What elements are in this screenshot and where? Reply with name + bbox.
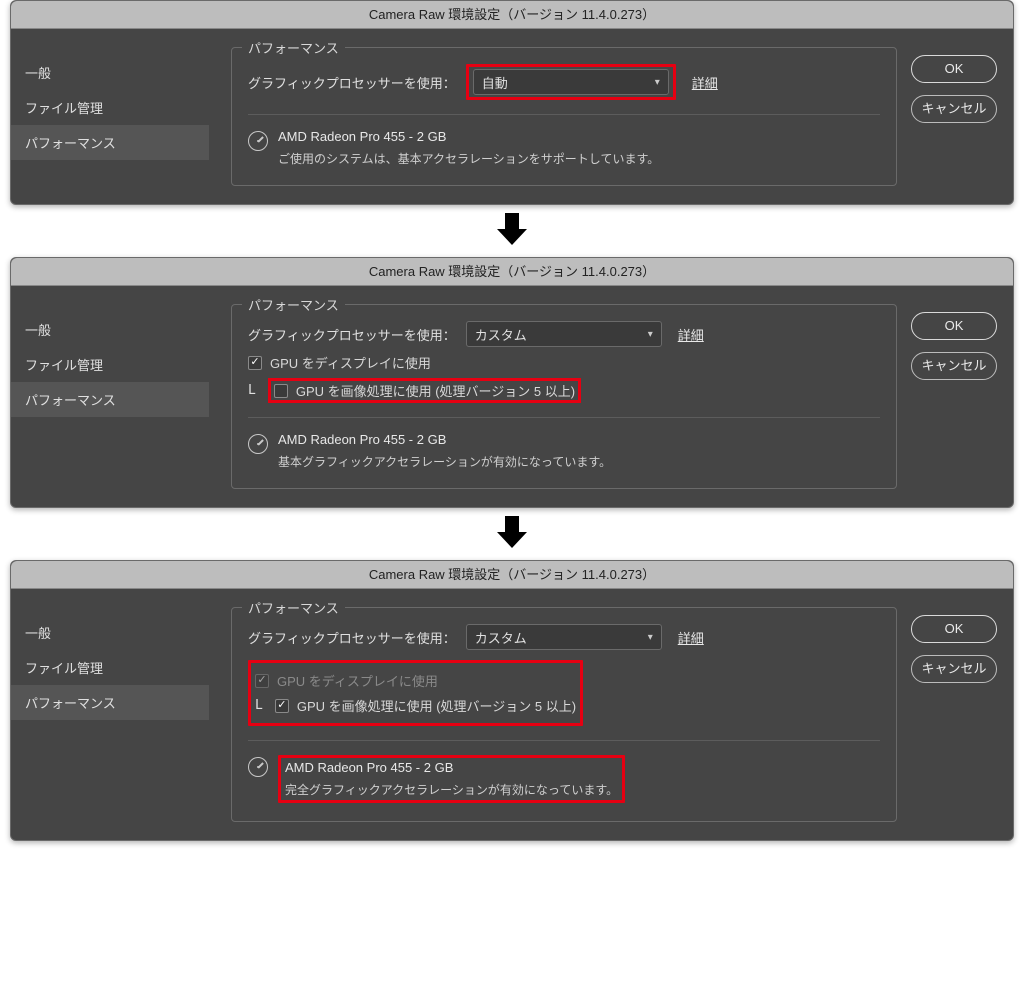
cancel-button[interactable]: キャンセル: [911, 95, 997, 123]
ok-button[interactable]: OK: [911, 615, 997, 643]
fieldset-legend: パフォーマンス: [242, 598, 345, 617]
sidebar: 一般ファイル管理パフォーマンス: [11, 304, 209, 489]
performance-fieldset: パフォーマンスグラフィックプロセッサーを使用：カスタム▾詳細GPU をディスプレ…: [231, 607, 897, 822]
checkbox-label: GPU を画像処理に使用 (処理バージョン 5 以上): [297, 696, 576, 715]
gpu-name: AMD Radeon Pro 455 - 2 GB: [285, 760, 618, 775]
gauge-icon: [248, 131, 268, 151]
dialog-title: Camera Raw 環境設定（バージョン 11.4.0.273）: [11, 1, 1013, 29]
gauge-icon: [248, 434, 268, 454]
cancel-button[interactable]: キャンセル: [911, 352, 997, 380]
preferences-dialog: Camera Raw 環境設定（バージョン 11.4.0.273） 一般ファイル管…: [10, 257, 1014, 508]
preferences-dialog: Camera Raw 環境設定（バージョン 11.4.0.273） 一般ファイル管…: [10, 560, 1014, 841]
gpu-desc: 基本グラフィックアクセラレーションが有効になっています。: [278, 453, 611, 470]
sidebar-item-file-management[interactable]: ファイル管理: [11, 347, 209, 382]
gpu-select[interactable]: カスタム ▾: [466, 321, 662, 347]
arrow-down-icon: [497, 213, 527, 249]
fieldset-legend: パフォーマンス: [242, 38, 345, 57]
sidebar-item-file-management[interactable]: ファイル管理: [11, 90, 209, 125]
chevron-down-icon: ▾: [655, 77, 660, 88]
sidebar: 一般ファイル管理パフォーマンス: [11, 47, 209, 186]
gpu-select-value: カスタム: [475, 325, 527, 344]
ok-button[interactable]: OK: [911, 55, 997, 83]
arrow-down-icon: [497, 516, 527, 552]
gpu-desc: 完全グラフィックアクセラレーションが有効になっています。: [285, 781, 618, 798]
fieldset-legend: パフォーマンス: [242, 295, 345, 314]
sidebar-item-general[interactable]: 一般: [11, 615, 209, 650]
gpu-select-value: カスタム: [475, 628, 527, 647]
gpu-label: グラフィックプロセッサーを使用：: [248, 325, 456, 344]
checkbox-gpu-display: [255, 674, 269, 688]
tree-prefix: L: [248, 383, 256, 398]
sidebar-item-performance[interactable]: パフォーマンス: [11, 125, 209, 160]
cancel-button[interactable]: キャンセル: [911, 655, 997, 683]
performance-fieldset: パフォーマンスグラフィックプロセッサーを使用：自動▾詳細AMD Radeon P…: [231, 47, 897, 186]
checkbox-gpu-image-processing[interactable]: [275, 699, 289, 713]
details-link[interactable]: 詳細: [692, 73, 718, 92]
gauge-icon: [248, 757, 268, 777]
performance-fieldset: パフォーマンスグラフィックプロセッサーを使用：カスタム▾詳細GPU をディスプレ…: [231, 304, 897, 489]
ok-button[interactable]: OK: [911, 312, 997, 340]
gpu-select[interactable]: カスタム ▾: [466, 624, 662, 650]
details-link[interactable]: 詳細: [678, 628, 704, 647]
checkbox-label: GPU を画像処理に使用 (処理バージョン 5 以上): [296, 381, 575, 400]
chevron-down-icon: ▾: [648, 329, 653, 340]
gpu-select-value: 自動: [482, 73, 508, 92]
details-link[interactable]: 詳細: [678, 325, 704, 344]
gpu-name: AMD Radeon Pro 455 - 2 GB: [278, 129, 659, 144]
gpu-label: グラフィックプロセッサーを使用：: [248, 73, 456, 92]
gpu-select[interactable]: 自動 ▾: [473, 69, 669, 95]
gpu-desc: ご使用のシステムは、基本アクセラレーションをサポートしています。: [278, 150, 659, 167]
checkbox-gpu-display[interactable]: [248, 356, 262, 370]
sidebar-item-performance[interactable]: パフォーマンス: [11, 685, 209, 720]
sidebar-item-general[interactable]: 一般: [11, 55, 209, 90]
checkbox-gpu-image-processing[interactable]: [274, 384, 288, 398]
checkbox-label: GPU をディスプレイに使用: [270, 353, 431, 372]
gpu-name: AMD Radeon Pro 455 - 2 GB: [278, 432, 611, 447]
sidebar-item-performance[interactable]: パフォーマンス: [11, 382, 209, 417]
tree-prefix: L: [255, 698, 263, 713]
dialog-title: Camera Raw 環境設定（バージョン 11.4.0.273）: [11, 561, 1013, 589]
sidebar: 一般ファイル管理パフォーマンス: [11, 607, 209, 822]
sidebar-item-general[interactable]: 一般: [11, 312, 209, 347]
preferences-dialog: Camera Raw 環境設定（バージョン 11.4.0.273） 一般ファイル管…: [10, 0, 1014, 205]
gpu-label: グラフィックプロセッサーを使用：: [248, 628, 456, 647]
chevron-down-icon: ▾: [648, 632, 653, 643]
checkbox-label: GPU をディスプレイに使用: [277, 671, 438, 690]
sidebar-item-file-management[interactable]: ファイル管理: [11, 650, 209, 685]
dialog-title: Camera Raw 環境設定（バージョン 11.4.0.273）: [11, 258, 1013, 286]
